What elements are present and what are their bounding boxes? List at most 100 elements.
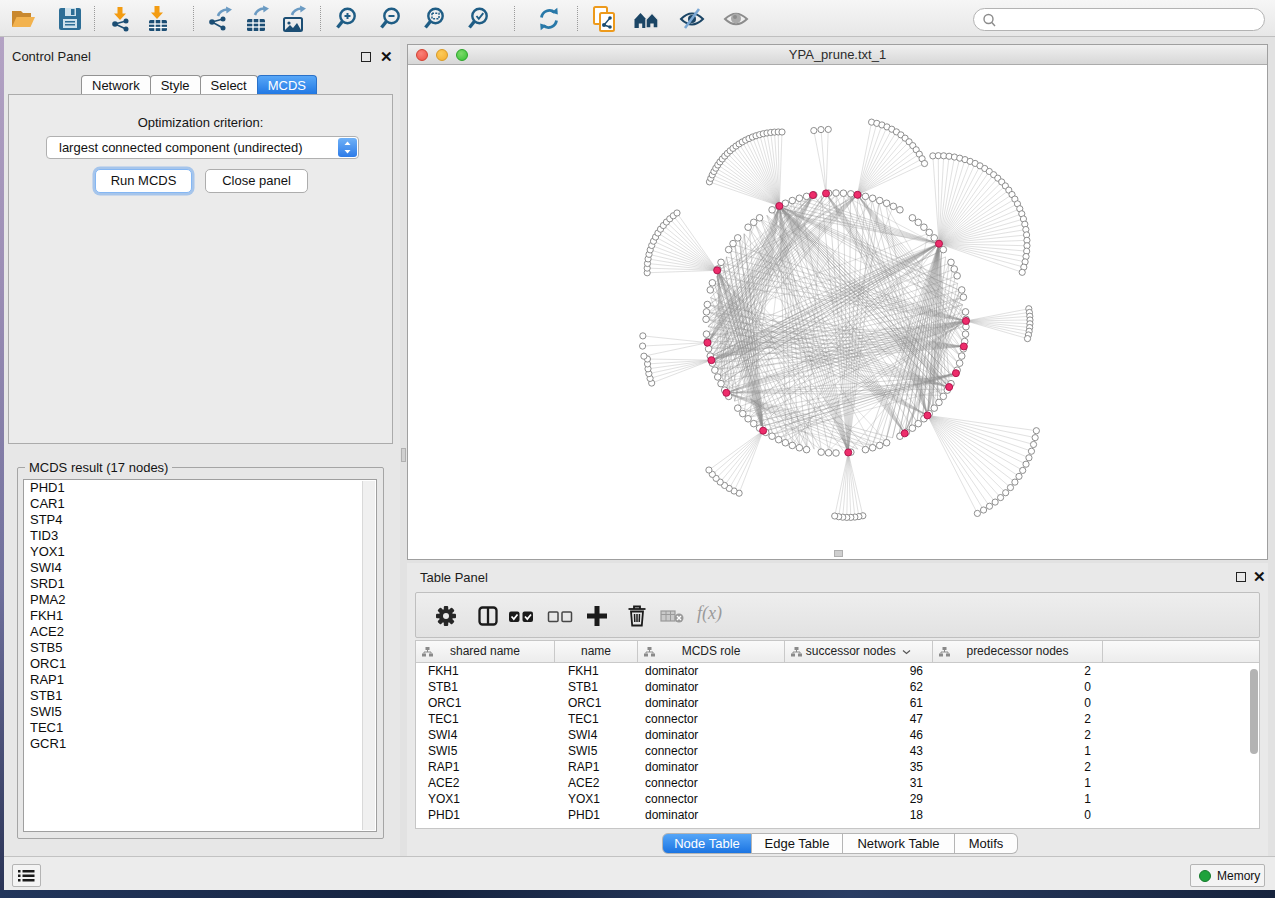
table-tab-edge-table[interactable]: Edge Table bbox=[752, 833, 843, 854]
zoom-in-icon[interactable] bbox=[334, 5, 362, 33]
control-panel-tab-mcds[interactable]: MCDS bbox=[257, 75, 317, 95]
select-all-columns-icon[interactable] bbox=[507, 602, 535, 630]
show-hide-panels-icon[interactable] bbox=[633, 5, 661, 33]
table-row-SWI5[interactable]: SWI5SWI5connector431 bbox=[416, 743, 1259, 759]
table-scrollbar[interactable] bbox=[1250, 669, 1258, 754]
mcds-result-item[interactable]: STB5 bbox=[24, 640, 376, 656]
table-tab-motifs[interactable]: Motifs bbox=[955, 833, 1018, 854]
table-row-RAP1[interactable]: RAP1RAP1dominator352 bbox=[416, 759, 1259, 775]
table-settings-gear-icon[interactable] bbox=[432, 602, 460, 630]
mcds-result-group: MCDS result (17 nodes) PHD1CAR1STP4TID3Y… bbox=[17, 467, 384, 839]
table-panel-title: Table Panel bbox=[420, 570, 488, 585]
zoom-selected-icon[interactable] bbox=[466, 5, 494, 33]
delete-column-icon[interactable] bbox=[623, 602, 651, 630]
mcds-result-item[interactable]: CAR1 bbox=[24, 496, 376, 512]
copy-network-icon[interactable] bbox=[591, 5, 619, 33]
mcds-result-item[interactable]: TID3 bbox=[24, 528, 376, 544]
control-panel-title: Control Panel bbox=[12, 49, 91, 64]
float-panel-icon[interactable] bbox=[361, 52, 371, 62]
table-row-SWI4[interactable]: SWI4SWI4dominator462 bbox=[416, 727, 1259, 743]
control-panel-tab-network[interactable]: Network bbox=[81, 75, 151, 95]
main-toolbar bbox=[0, 0, 1275, 37]
toolbar-separator bbox=[320, 6, 321, 31]
zoom-fit-icon[interactable] bbox=[422, 5, 450, 33]
mcds-result-item[interactable]: SWI4 bbox=[24, 560, 376, 576]
memory-button[interactable]: Memory bbox=[1190, 864, 1265, 887]
memory-status-icon bbox=[1199, 870, 1211, 882]
optimization-criterion-label: Optimization criterion: bbox=[9, 115, 392, 130]
export-network-icon[interactable] bbox=[206, 5, 234, 33]
toolbar-separator bbox=[94, 6, 95, 31]
table-row-TEC1[interactable]: TEC1TEC1connector472 bbox=[416, 711, 1259, 727]
table-tabs: Node TableEdge TableNetwork TableMotifs bbox=[662, 833, 1018, 854]
control-panel-tab-style[interactable]: Style bbox=[150, 75, 201, 95]
search-input[interactable] bbox=[973, 8, 1265, 31]
table-header: shared namenameMCDS rolesuccessor nodes … bbox=[416, 641, 1259, 663]
mcds-result-item[interactable]: GCR1 bbox=[24, 736, 376, 752]
criterion-dropdown[interactable]: largest connected component (undirected) bbox=[46, 136, 359, 159]
close-table-panel-icon[interactable]: ✕ bbox=[1253, 571, 1266, 583]
function-builder-icon: f(x) bbox=[697, 603, 722, 624]
network-window-titlebar[interactable]: YPA_prune.txt_1 bbox=[408, 45, 1267, 65]
mcds-result-item[interactable]: RAP1 bbox=[24, 672, 376, 688]
control-panel-tab-select[interactable]: Select bbox=[200, 75, 258, 95]
mcds-result-item[interactable]: SRD1 bbox=[24, 576, 376, 592]
column-header-MCDS-role[interactable]: MCDS role bbox=[638, 641, 785, 663]
mcds-result-list[interactable]: PHD1CAR1STP4TID3YOX1SWI4SRD1PMA2FKH1ACE2… bbox=[23, 479, 377, 832]
panel-splitter-grip[interactable] bbox=[401, 448, 406, 462]
run-mcds-button[interactable]: Run MCDS bbox=[95, 169, 192, 193]
mcds-result-item[interactable]: PHD1 bbox=[24, 480, 376, 496]
close-panel-button[interactable]: Close panel bbox=[205, 169, 308, 193]
column-header-name[interactable]: name bbox=[555, 641, 638, 663]
mcds-result-item[interactable]: TEC1 bbox=[24, 720, 376, 736]
table-row-PHD1[interactable]: PHD1PHD1dominator180 bbox=[416, 807, 1259, 823]
mcds-list-scrollbar[interactable] bbox=[362, 481, 375, 830]
mcds-result-item[interactable]: FKH1 bbox=[24, 608, 376, 624]
table-row-YOX1[interactable]: YOX1YOX1connector291 bbox=[416, 791, 1259, 807]
minimize-window-icon[interactable] bbox=[436, 49, 448, 61]
table-row-STB1[interactable]: STB1STB1dominator620 bbox=[416, 679, 1259, 695]
deselect-all-columns-icon[interactable] bbox=[546, 602, 574, 630]
close-window-icon[interactable] bbox=[416, 49, 428, 61]
mcds-result-item[interactable]: YOX1 bbox=[24, 544, 376, 560]
node-table: shared namenameMCDS rolesuccessor nodes … bbox=[415, 640, 1260, 829]
column-header-successor-nodes[interactable]: successor nodes bbox=[785, 641, 933, 663]
toolbar-separator bbox=[193, 6, 194, 31]
table-row-ACE2[interactable]: ACE2ACE2connector311 bbox=[416, 775, 1259, 791]
network-view-window: YPA_prune.txt_1 bbox=[407, 44, 1268, 560]
table-row-ORC1[interactable]: ORC1ORC1dominator610 bbox=[416, 695, 1259, 711]
network-canvas[interactable] bbox=[408, 65, 1267, 559]
refresh-icon[interactable] bbox=[535, 5, 563, 33]
table-row-FKH1[interactable]: FKH1FKH1dominator962 bbox=[416, 663, 1259, 679]
mcds-result-item[interactable]: STP4 bbox=[24, 512, 376, 528]
add-column-icon[interactable] bbox=[583, 602, 611, 630]
mcds-result-item[interactable]: ACE2 bbox=[24, 624, 376, 640]
table-tab-node-table[interactable]: Node Table bbox=[662, 833, 752, 854]
dropdown-stepper-icon bbox=[338, 138, 357, 157]
mcds-result-item[interactable]: STB1 bbox=[24, 688, 376, 704]
close-panel-icon[interactable]: ✕ bbox=[380, 51, 393, 63]
task-history-button[interactable] bbox=[12, 864, 41, 887]
maximize-window-icon[interactable] bbox=[456, 49, 468, 61]
float-table-panel-icon[interactable] bbox=[1236, 572, 1246, 582]
export-image-icon[interactable] bbox=[280, 5, 308, 33]
network-window-title: YPA_prune.txt_1 bbox=[408, 45, 1267, 65]
mcds-result-item[interactable]: PMA2 bbox=[24, 592, 376, 608]
column-header-predecessor-nodes[interactable]: predecessor nodes bbox=[933, 641, 1103, 663]
mcds-result-item[interactable]: ORC1 bbox=[24, 656, 376, 672]
mcds-result-item[interactable]: SWI5 bbox=[24, 704, 376, 720]
column-header-shared-name[interactable]: shared name bbox=[416, 641, 555, 663]
open-file-icon[interactable] bbox=[9, 5, 37, 33]
show-column-panel-icon[interactable] bbox=[474, 602, 502, 630]
show-eye-icon[interactable] bbox=[722, 5, 750, 33]
delete-table-icon bbox=[659, 602, 687, 630]
export-table-icon[interactable] bbox=[243, 5, 271, 33]
splitter-handle[interactable] bbox=[834, 550, 843, 557]
save-icon[interactable] bbox=[56, 5, 84, 33]
table-tab-network-table[interactable]: Network Table bbox=[843, 833, 955, 854]
import-table-icon[interactable] bbox=[144, 5, 172, 33]
zoom-out-icon[interactable] bbox=[378, 5, 406, 33]
import-network-icon[interactable] bbox=[107, 5, 135, 33]
table-toolbar: f(x) bbox=[415, 592, 1260, 638]
hide-eye-icon[interactable] bbox=[678, 5, 706, 33]
